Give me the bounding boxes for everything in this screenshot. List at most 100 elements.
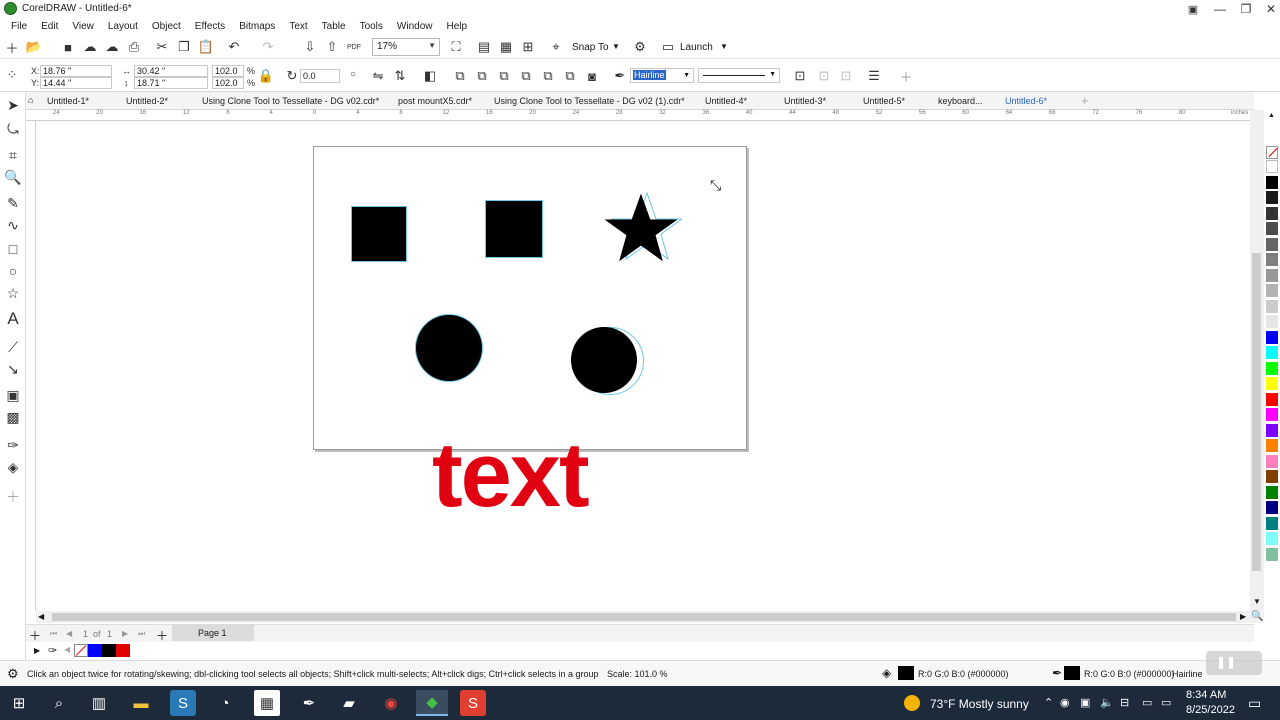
copy-icon[interactable]: ❐: [176, 39, 192, 55]
video-overlay-controls[interactable]: ❚❚: [1206, 651, 1262, 675]
mirror-vertical-icon[interactable]: ⇅: [392, 68, 408, 84]
palette-swatch[interactable]: [1266, 392, 1278, 406]
palette-swatch[interactable]: [1266, 423, 1278, 437]
horizontal-ruler[interactable]: 24 20 16 12 8 4 0 4 8 12 16 20 24 28 32 36 40 44 48 52 56 60 6…: [26, 110, 1254, 121]
tab-clone-tool-v02[interactable]: Using Clone Tool to Tessellate - DG v02.…: [202, 96, 379, 106]
zoom-level-select[interactable]: 17% ▼: [372, 38, 440, 56]
palette-swatch[interactable]: [1266, 516, 1278, 530]
palette-swatch[interactable]: [1266, 315, 1278, 328]
chevron-down-icon[interactable]: ▼: [612, 42, 620, 51]
app-s-blue-icon[interactable]: S: [170, 690, 196, 716]
snap-to-icon[interactable]: ⌖: [548, 39, 564, 55]
doc-swatch-red[interactable]: [116, 644, 130, 657]
scale-height-field[interactable]: 102.0: [212, 77, 244, 89]
tab-post-mount[interactable]: post mountX5.cdr*: [398, 96, 472, 106]
menu-window[interactable]: Window: [390, 21, 440, 32]
menu-tools[interactable]: Tools: [353, 21, 390, 32]
transparency-tool-icon[interactable]: ▩: [4, 408, 22, 426]
cloud-upload-icon[interactable]: ☁: [82, 39, 98, 55]
palette-up-arrow-icon[interactable]: ▲: [1268, 112, 1275, 119]
minimize-button[interactable]: —: [1207, 0, 1233, 18]
to-front-icon[interactable]: ⊡: [816, 68, 832, 84]
home-icon[interactable]: ⌂: [28, 95, 33, 105]
x-position-field[interactable]: 18.76 ": [40, 65, 112, 77]
add-icon[interactable]: ＋: [898, 68, 914, 85]
palette-swatch[interactable]: [1266, 485, 1278, 499]
volume-icon[interactable]: 🔈: [1100, 696, 1114, 709]
tab-untitled-6[interactable]: Untitled-6*: [1005, 96, 1047, 106]
artistic-text-object[interactable]: text: [432, 429, 590, 521]
pause-icon[interactable]: ❚❚: [1216, 655, 1236, 669]
palette-swatch[interactable]: [1266, 175, 1278, 189]
height-field[interactable]: 18.71 ": [134, 77, 208, 89]
status-gear-icon[interactable]: ⚙: [7, 666, 19, 682]
palette-swatch[interactable]: [1266, 160, 1278, 173]
group-icon[interactable]: ◧: [422, 68, 438, 84]
app-gray-icon[interactable]: ▰: [336, 690, 362, 716]
lock-ratio-icon[interactable]: 🔒: [258, 68, 274, 84]
vertical-ruler[interactable]: [26, 121, 36, 611]
scroll-down-icon[interactable]: ▼: [1253, 597, 1261, 606]
intersect-icon[interactable]: ⧉: [518, 68, 534, 84]
app-ink-icon[interactable]: ✒: [296, 690, 322, 716]
menu-help[interactable]: Help: [440, 21, 475, 32]
crop-tool-icon[interactable]: ⌗: [4, 146, 22, 164]
palette-swatch[interactable]: [1266, 532, 1278, 545]
previous-page-icon[interactable]: ◀: [66, 629, 72, 638]
save-icon[interactable]: ■: [60, 39, 76, 55]
maximize-button[interactable]: ❐: [1233, 0, 1259, 18]
menu-layout[interactable]: Layout: [101, 21, 145, 32]
menu-bitmaps[interactable]: Bitmaps: [232, 21, 282, 32]
show-rulers-icon[interactable]: ▤: [476, 39, 492, 55]
export-icon[interactable]: ⇧: [324, 39, 340, 55]
palette-swatch[interactable]: [1266, 191, 1278, 204]
page-tab[interactable]: Page 1: [172, 624, 254, 641]
palette-swatch[interactable]: [1266, 206, 1278, 220]
task-view-icon[interactable]: ▥: [86, 690, 112, 716]
paste-icon[interactable]: 📋: [198, 39, 214, 55]
import-icon[interactable]: ⇩: [302, 39, 318, 55]
connector-tool-icon[interactable]: ↘: [4, 360, 22, 378]
menu-object[interactable]: Object: [145, 21, 188, 32]
palette-swatch[interactable]: [1266, 470, 1278, 483]
clock-date[interactable]: 8/25/2022: [1186, 704, 1235, 716]
show-grid-icon[interactable]: ▦: [498, 39, 514, 55]
undo-icon[interactable]: ↶: [226, 39, 242, 55]
palette-swatch[interactable]: [1266, 547, 1278, 561]
palette-swatch[interactable]: [1266, 361, 1278, 375]
chevron-down-icon[interactable]: ▼: [720, 42, 728, 51]
network-icon[interactable]: ▣: [1080, 696, 1090, 709]
object-origin-icon[interactable]: ⁘: [4, 67, 20, 83]
drawing-canvas[interactable]: ⤡ text: [36, 121, 1250, 611]
display-icon[interactable]: ▭: [1161, 696, 1171, 709]
window-icon[interactable]: ▣: [1180, 0, 1206, 18]
tab-untitled-5[interactable]: Untitled-5*: [863, 96, 905, 106]
palette-swatch[interactable]: [1266, 346, 1278, 359]
scroll-right-icon[interactable]: ▶: [1240, 612, 1246, 621]
tab-untitled-3[interactable]: Untitled-3*: [784, 96, 826, 106]
palette-swatch[interactable]: [1266, 237, 1278, 251]
menu-table[interactable]: Table: [315, 21, 353, 32]
scroll-left-icon[interactable]: ◀: [38, 612, 44, 621]
palette-swatch[interactable]: [1266, 268, 1278, 282]
new-document-icon[interactable]: ＋: [4, 39, 20, 56]
weld-icon[interactable]: ⧉: [474, 68, 490, 84]
coreldraw-taskbar-icon[interactable]: ◆: [416, 690, 448, 716]
shape-tool-icon[interactable]: ⤿: [4, 120, 22, 138]
next-page-icon[interactable]: ▶: [122, 629, 128, 638]
combine-icon[interactable]: ⧉: [452, 68, 468, 84]
palette-swatch[interactable]: [1266, 439, 1278, 452]
tab-clone-tool-v02-1[interactable]: Using Clone Tool to Tessellate - DG v02 …: [494, 96, 685, 106]
palette-swatch[interactable]: [1266, 253, 1278, 266]
scale-width-field[interactable]: 102.0: [212, 65, 244, 77]
front-minus-back-icon[interactable]: ⧉: [562, 68, 578, 84]
redo-icon[interactable]: ↷: [260, 39, 276, 55]
align-distribute-icon[interactable]: ☰: [866, 68, 882, 84]
options-gear-icon[interactable]: ⚙: [632, 39, 648, 55]
print-icon[interactable]: ⎙: [126, 39, 142, 55]
paint-icon[interactable]: ◔: [212, 690, 238, 716]
chrome-icon[interactable]: ◉: [378, 690, 404, 716]
notifications-icon[interactable]: ▭: [1248, 695, 1261, 712]
palette-swatch[interactable]: [1266, 501, 1278, 514]
palette-expand-icon[interactable]: ▶: [34, 646, 40, 655]
